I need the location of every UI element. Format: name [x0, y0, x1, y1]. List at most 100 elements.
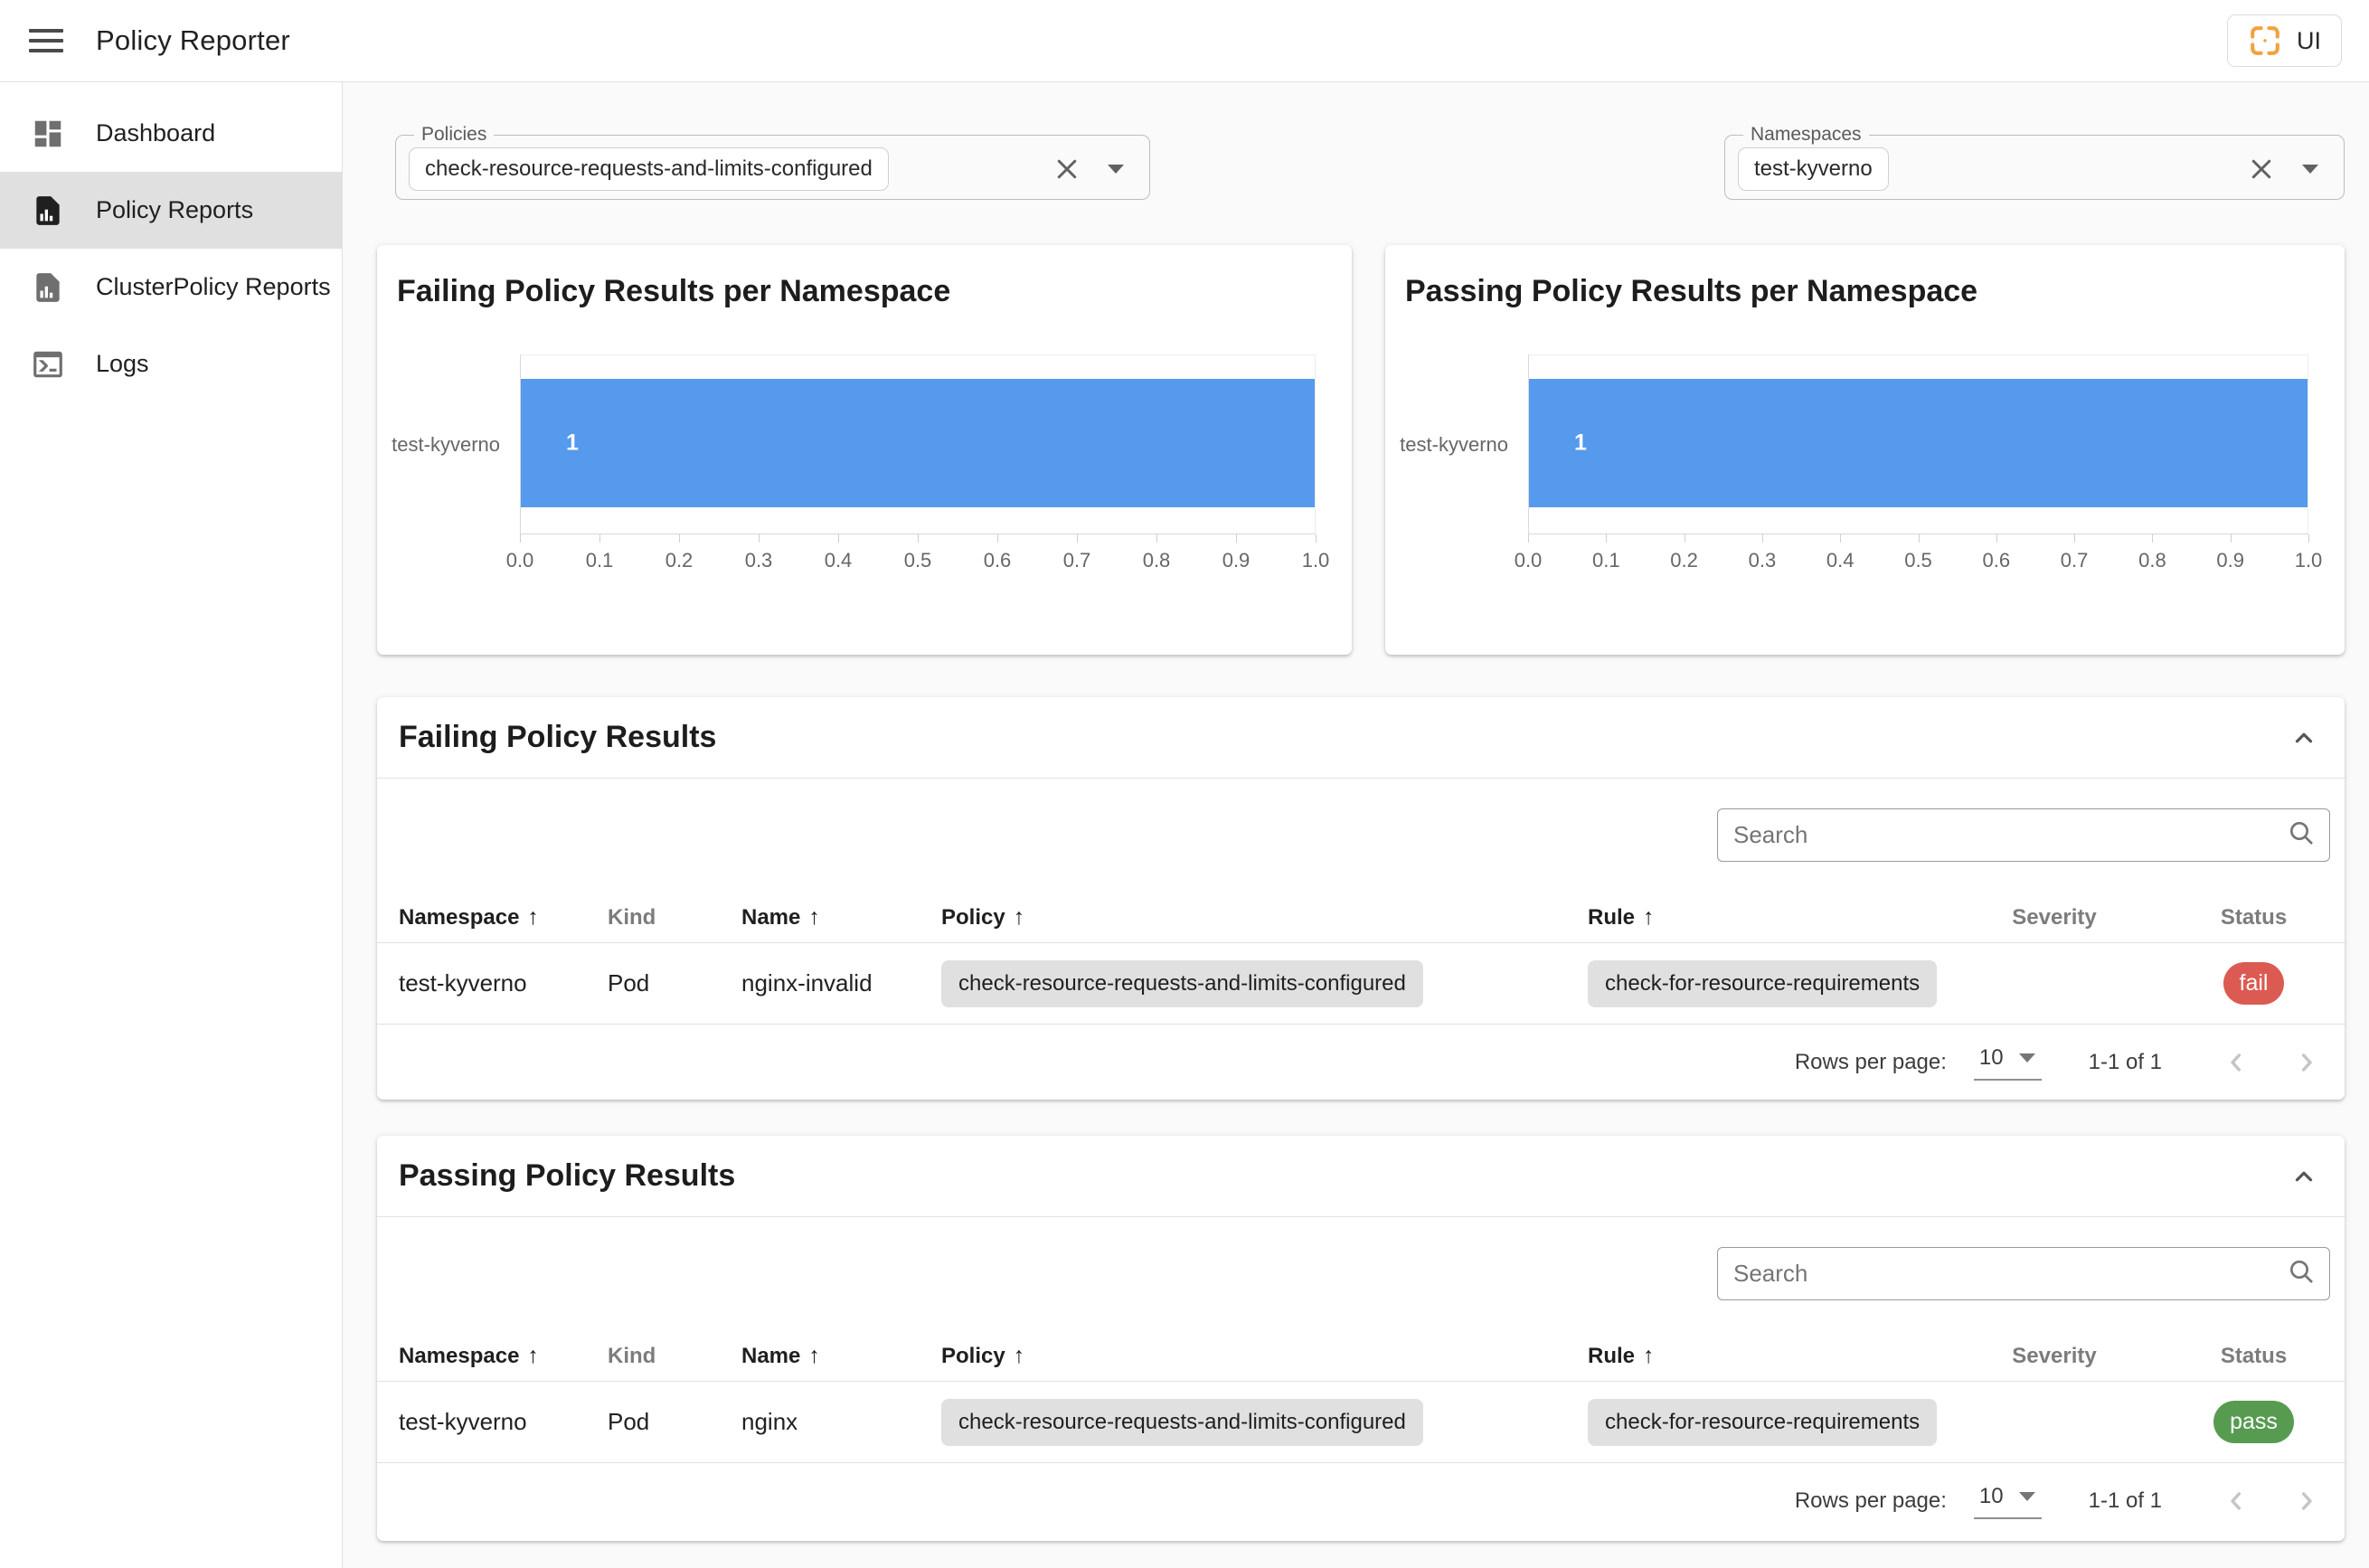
- column-header-status[interactable]: Status: [2163, 1344, 2345, 1369]
- sidebar-item-dashboard[interactable]: Dashboard: [0, 95, 342, 172]
- rows-per-page-label: Rows per page:: [1794, 1488, 1947, 1513]
- column-header-namespace[interactable]: Namespace ↑: [377, 904, 586, 930]
- table-row[interactable]: test-kyverno Pod nginx check-resource-re…: [377, 1382, 2345, 1463]
- search-icon[interactable]: [2287, 818, 2316, 852]
- rows-per-page-select[interactable]: 10: [1973, 1045, 2042, 1081]
- collapse-chevron-up-icon[interactable]: [2290, 1163, 2317, 1190]
- namespaces-filter-label: Namespaces: [1751, 124, 1862, 145]
- main-content: Policies check-resource-requests-and-lim…: [343, 82, 2369, 1568]
- column-header-kind[interactable]: Kind: [586, 905, 720, 930]
- rule-chip[interactable]: check-for-resource-requirements: [1588, 959, 1938, 1007]
- caret-down-icon: [2018, 1491, 2035, 1501]
- sort-asc-icon: ↑: [527, 904, 539, 930]
- caret-down-icon: [2018, 1053, 2035, 1063]
- column-header-kind[interactable]: Kind: [586, 1344, 720, 1369]
- column-header-name[interactable]: Name ↑: [720, 1343, 920, 1369]
- sort-asc-icon: ↑: [1643, 904, 1655, 930]
- clear-policies-icon[interactable]: [1053, 156, 1081, 183]
- cell-rule: check-for-resource-requirements: [1566, 1398, 1946, 1446]
- app-header: Policy Reporter UI: [0, 0, 2369, 82]
- cell-policy: check-resource-requests-and-limits-confi…: [920, 1398, 1566, 1446]
- x-axis-labels: 0.0 0.1 0.2 0.3 0.4 0.5 0.6 0.7 0.8 0.9 1.0: [505, 549, 1330, 571]
- column-header-policy[interactable]: Policy ↑: [920, 904, 1566, 930]
- sort-asc-icon: ↑: [1013, 1343, 1025, 1368]
- cell-namespace: test-kyverno: [399, 969, 527, 997]
- policy-chip[interactable]: check-resource-requests-and-limits-confi…: [941, 1398, 1423, 1446]
- previous-page-chevron-icon[interactable]: [2222, 1487, 2251, 1516]
- table-header-row: Namespace ↑ Kind Name ↑ Policy ↑ Rule ↑ Seve…: [377, 893, 2345, 943]
- rule-chip[interactable]: check-for-resource-requirements: [1588, 1398, 1938, 1446]
- column-header-status[interactable]: Status: [2163, 905, 2345, 930]
- column-header-namespace[interactable]: Namespace ↑: [377, 1343, 586, 1369]
- cell-namespace: test-kyverno: [399, 1408, 527, 1435]
- failing-chart-card: Failing Policy Results per Namespace tes…: [377, 245, 1352, 655]
- column-header-rule[interactable]: Rule ↑: [1566, 904, 1946, 930]
- policy-filter-chip[interactable]: check-resource-requests-and-limits-confi…: [409, 146, 889, 191]
- sidebar-item-label: Policy Reports: [96, 196, 254, 223]
- terminal-icon: [31, 347, 65, 382]
- next-page-chevron-icon[interactable]: [2292, 1048, 2321, 1077]
- search-input[interactable]: [1718, 1248, 2287, 1299]
- chart-bar[interactable]: 1: [521, 379, 1315, 507]
- policies-dropdown-caret-icon[interactable]: [1106, 163, 1126, 175]
- sidebar-item-label: Dashboard: [96, 119, 216, 146]
- chart-category-label: test-kyverno: [392, 432, 500, 456]
- cell-status: pass: [2163, 1401, 2345, 1443]
- sort-asc-icon: ↑: [527, 1343, 539, 1368]
- previous-page-chevron-icon[interactable]: [2222, 1048, 2251, 1077]
- dashboard-icon: [31, 117, 65, 151]
- clear-namespaces-icon[interactable]: [2248, 156, 2275, 183]
- chart-bar[interactable]: 1: [1529, 379, 2308, 507]
- next-page-chevron-icon[interactable]: [2292, 1487, 2321, 1516]
- bar-value-label: 1: [566, 430, 579, 456]
- ui-version-button[interactable]: UI: [2227, 14, 2342, 67]
- cell-policy: check-resource-requests-and-limits-confi…: [920, 959, 1566, 1007]
- failing-results-card: Failing Policy Results Namespace↑ Kind N…: [377, 697, 2345, 1100]
- column-header-policy[interactable]: Policy ↑: [920, 1343, 1566, 1369]
- sidebar-item-policy-reports[interactable]: Policy Reports: [0, 172, 342, 249]
- search-input[interactable]: [1718, 809, 2287, 861]
- rows-per-page-select[interactable]: 10: [1973, 1484, 2042, 1519]
- x-axis-tickmarks: [520, 534, 1317, 543]
- namespace-filter-chip[interactable]: test-kyverno: [1738, 146, 1889, 191]
- table-pagination: Rows per page: 10 1-1 of 1: [377, 1025, 2345, 1100]
- chart-category-label: test-kyverno: [1400, 432, 1508, 456]
- sidebar-item-logs[interactable]: Logs: [0, 326, 342, 402]
- policies-filter[interactable]: Policies check-resource-requests-and-lim…: [395, 124, 1150, 200]
- policy-chip[interactable]: check-resource-requests-and-limits-confi…: [941, 959, 1423, 1007]
- namespaces-filter[interactable]: Namespaces test-kyverno: [1724, 124, 2345, 200]
- status-badge: pass: [2213, 1401, 2294, 1443]
- menu-button[interactable]: [25, 25, 67, 56]
- file-chart-icon: [31, 194, 65, 228]
- passing-chart-card: Passing Policy Results per Namespace tes…: [1385, 245, 2345, 655]
- sidebar-item-label: Logs: [96, 350, 149, 377]
- file-chart-icon: [31, 270, 65, 305]
- policy-reporter-logo-icon: [2251, 26, 2279, 55]
- page-range-label: 1-1 of 1: [2088, 1050, 2162, 1074]
- x-axis-tickmarks: [1528, 534, 2309, 543]
- section-title: Passing Policy Results: [399, 1158, 736, 1193]
- collapse-chevron-up-icon[interactable]: [2290, 724, 2317, 751]
- column-header-severity[interactable]: Severity: [1946, 1344, 2163, 1369]
- sidebar-item-label: ClusterPolicy Reports: [96, 273, 331, 300]
- cell-rule: check-for-resource-requirements: [1566, 959, 1946, 1007]
- sidebar: Dashboard Policy Reports ClusterPolicy R…: [0, 82, 343, 1568]
- search-field: [1717, 1247, 2330, 1300]
- sort-asc-icon: ↑: [1013, 904, 1025, 930]
- column-header-rule[interactable]: Rule ↑: [1566, 1343, 1946, 1369]
- passing-results-card: Passing Policy Results Namespace↑ Kind N…: [377, 1136, 2345, 1541]
- section-title: Failing Policy Results: [399, 720, 717, 754]
- table-row[interactable]: test-kyverno Pod nginx-invalid check-res…: [377, 943, 2345, 1025]
- column-header-severity[interactable]: Severity: [1946, 905, 2163, 930]
- sort-asc-icon: ↑: [1643, 1343, 1655, 1368]
- app-title: Policy Reporter: [96, 24, 290, 56]
- chart-title: Failing Policy Results per Namespace: [397, 274, 951, 308]
- namespaces-dropdown-caret-icon[interactable]: [2300, 163, 2320, 175]
- chart-title: Passing Policy Results per Namespace: [1405, 274, 1978, 308]
- sidebar-item-clusterpolicy-reports[interactable]: ClusterPolicy Reports: [0, 249, 342, 326]
- column-header-name[interactable]: Name ↑: [720, 904, 920, 930]
- cell-kind: Pod: [608, 1408, 650, 1435]
- cell-kind: Pod: [608, 969, 650, 997]
- table-header-row: Namespace ↑ Kind Name ↑ Policy ↑ Rule ↑ Seve…: [377, 1331, 2345, 1382]
- search-icon[interactable]: [2287, 1257, 2316, 1290]
